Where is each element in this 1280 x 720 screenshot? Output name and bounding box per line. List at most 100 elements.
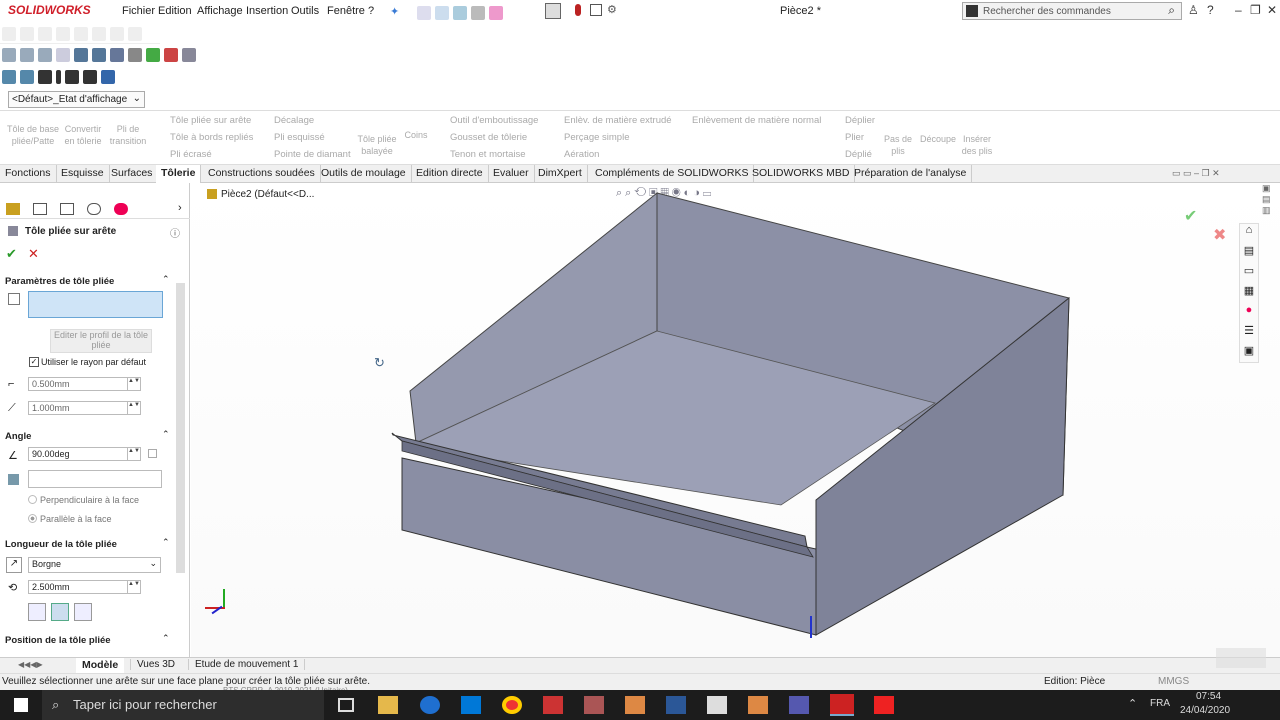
menu-fenetre[interactable]: Fenêtre bbox=[327, 5, 365, 17]
home-icon[interactable]: ⌂ bbox=[1240, 224, 1258, 244]
thickness-spinner[interactable]: ▲▼ bbox=[127, 401, 141, 415]
chevron-right-icon[interactable]: › bbox=[178, 202, 182, 214]
windows-start-icon[interactable] bbox=[14, 698, 28, 712]
ribbon-insert-bends-button[interactable]: Insérer des plis bbox=[958, 133, 996, 157]
search-icon[interactable]: ⌕ bbox=[1168, 3, 1175, 18]
ribbon-base-flange-button[interactable]: Tôle de base pliée/Patte bbox=[4, 123, 62, 147]
bend-radius-spinner[interactable]: ▲▼ bbox=[127, 377, 141, 391]
tab-motion-study[interactable]: Etude de mouvement 1 bbox=[188, 659, 306, 670]
tab-edition-directe[interactable]: Edition directe bbox=[411, 165, 489, 183]
bend-radius-field[interactable]: 0.500mm bbox=[28, 377, 128, 391]
ribbon-normal-cut[interactable]: Enlèvement de matière normal bbox=[692, 115, 821, 126]
tab-dimxpert[interactable]: DimXpert bbox=[533, 165, 588, 183]
edit-appearance-icon[interactable] bbox=[128, 48, 142, 62]
help-circle-icon[interactable]: ⓘ bbox=[170, 225, 180, 240]
tab-vues-3d[interactable]: Vues 3D bbox=[130, 659, 181, 670]
zoom-area-icon[interactable] bbox=[20, 48, 34, 62]
outer-virtual-sharp-icon[interactable] bbox=[28, 603, 46, 621]
window-controls-icon[interactable]: ▭ ▭ – ❐ ✕ bbox=[1172, 168, 1220, 179]
tab-evaluer[interactable]: Evaluer bbox=[488, 165, 535, 183]
language-indicator[interactable]: FRA bbox=[1150, 698, 1170, 709]
edit-profile-button[interactable]: Editer le profil de la tôle pliée bbox=[50, 329, 152, 353]
axis-icon[interactable] bbox=[38, 70, 52, 84]
tab-tolerie[interactable]: Tôlerie bbox=[156, 165, 202, 183]
angle-field[interactable]: 90.00deg bbox=[28, 447, 128, 461]
file-explorer-icon[interactable]: ▭ bbox=[1240, 264, 1258, 284]
ribbon-jog[interactable]: Décalage bbox=[274, 115, 314, 126]
sketch-icon[interactable] bbox=[2, 70, 16, 84]
rebuild-icon[interactable] bbox=[575, 4, 581, 16]
tab-constructions-soudees[interactable]: Constructions soudées bbox=[203, 165, 321, 183]
flange-length-field[interactable]: 2.500mm bbox=[28, 580, 128, 594]
tab-scroll-arrows-icon[interactable]: ◀◀◀▶ bbox=[18, 660, 43, 669]
settings-icon[interactable]: ▥ bbox=[1262, 205, 1280, 216]
help-icon[interactable]: ? bbox=[1207, 3, 1214, 17]
pdf-reader-icon[interactable] bbox=[543, 696, 563, 714]
forum-icon[interactable]: ▣ bbox=[1240, 344, 1258, 364]
design-library-icon[interactable]: ▤ bbox=[1240, 244, 1258, 264]
restore-icon[interactable]: ❐ bbox=[1250, 3, 1261, 17]
section-view-icon[interactable] bbox=[56, 48, 70, 62]
ribbon-hem[interactable]: Tôle à bords repliés bbox=[170, 132, 253, 143]
store-icon[interactable] bbox=[461, 696, 481, 714]
pin-icon[interactable]: ✦ bbox=[390, 5, 399, 18]
scene-icon[interactable] bbox=[146, 48, 160, 62]
face-selection-box[interactable] bbox=[28, 470, 162, 488]
task-view-icon[interactable] bbox=[338, 698, 354, 712]
ribbon-simple-hole[interactable]: Perçage simple bbox=[564, 132, 629, 143]
clock-time[interactable]: 07:54 bbox=[1196, 691, 1221, 702]
ribbon-cross-break[interactable]: Pointe de diamant bbox=[274, 149, 351, 160]
ribbon-extruded-cut[interactable]: Enlèv. de matière extrudé bbox=[564, 115, 672, 126]
close-icon[interactable]: ✕ bbox=[1267, 3, 1277, 17]
tab-surfaces[interactable]: Surfaces bbox=[106, 165, 159, 183]
display-state-select[interactable]: <Défaut>_Etat d'affichage ⌄ bbox=[8, 91, 145, 108]
cancel-x-icon[interactable]: ✕ bbox=[28, 246, 39, 262]
ribbon-fold-hem[interactable]: Pli écrasé bbox=[170, 149, 212, 160]
menu-outils[interactable]: Outils bbox=[291, 5, 319, 17]
default-radius-checkbox[interactable]: ✓ bbox=[29, 357, 39, 367]
user-icon[interactable]: ♙ bbox=[1188, 3, 1199, 17]
menu-affichage[interactable]: Affichage bbox=[197, 5, 243, 17]
file-properties-icon[interactable] bbox=[590, 4, 602, 16]
display-manager-tab-icon[interactable] bbox=[114, 203, 128, 215]
collapse-icon[interactable]: ⌃ bbox=[162, 429, 170, 440]
render-icon[interactable] bbox=[164, 48, 178, 62]
office-icon[interactable] bbox=[748, 696, 768, 714]
panel-scrollbar[interactable] bbox=[176, 283, 185, 573]
teams-icon[interactable] bbox=[789, 696, 809, 714]
collapse-icon[interactable]: ⌃ bbox=[162, 274, 170, 285]
display-style-icon[interactable] bbox=[92, 48, 106, 62]
end-condition-select[interactable]: Borgne ⌄ bbox=[28, 557, 161, 573]
ribbon-tab-slot[interactable]: Tenon et mortaise bbox=[450, 149, 526, 160]
camera-icon[interactable]: ▣ bbox=[1262, 183, 1280, 194]
line-icon[interactable] bbox=[20, 70, 34, 84]
options-gear-icon[interactable]: ⚙ bbox=[607, 3, 617, 16]
ribbon-flatten[interactable]: Déplié bbox=[845, 149, 872, 160]
ribbon-rip-button[interactable]: Découpe bbox=[916, 133, 960, 145]
previous-view-icon[interactable] bbox=[38, 48, 52, 62]
menu-help[interactable]: ? bbox=[368, 5, 374, 17]
reference-icon[interactable] bbox=[101, 70, 115, 84]
inner-virtual-sharp-icon[interactable] bbox=[51, 603, 69, 621]
coordinate-icon[interactable] bbox=[65, 70, 79, 84]
feature-manager-tab-icon[interactable] bbox=[6, 203, 20, 215]
direction-arrow-icon[interactable]: ↗ bbox=[6, 557, 22, 573]
undo-icon[interactable] bbox=[489, 6, 503, 20]
ok-check-icon[interactable]: ✔ bbox=[6, 246, 17, 262]
file-explorer-taskbar-icon[interactable] bbox=[378, 696, 398, 714]
media-player-icon[interactable] bbox=[584, 696, 604, 714]
command-search[interactable]: Rechercher des commandes ⌕ bbox=[962, 2, 1182, 20]
ribbon-gusset[interactable]: Gousset de tôlerie bbox=[450, 132, 527, 143]
parallel-radio[interactable] bbox=[28, 514, 37, 523]
perpendicular-radio[interactable] bbox=[28, 495, 37, 504]
tab-complements[interactable]: Compléments de SOLIDWORKS bbox=[590, 165, 755, 183]
solidworks-taskbar-icon[interactable] bbox=[830, 694, 854, 716]
taskbar-search-box[interactable]: ⌕ Taper ici pour rechercher bbox=[42, 690, 324, 720]
collapse-icon[interactable]: ⌃ bbox=[162, 537, 170, 548]
tab-fonctions[interactable]: Fonctions bbox=[0, 165, 57, 183]
tab-mbd[interactable]: SOLIDWORKS MBD bbox=[747, 165, 856, 183]
view-orientation-icon[interactable] bbox=[74, 48, 88, 62]
system-tray-chevron-icon[interactable]: ⌃ bbox=[1128, 697, 1137, 710]
tab-esquisse[interactable]: Esquisse bbox=[56, 165, 110, 183]
new-icon[interactable] bbox=[417, 6, 431, 20]
